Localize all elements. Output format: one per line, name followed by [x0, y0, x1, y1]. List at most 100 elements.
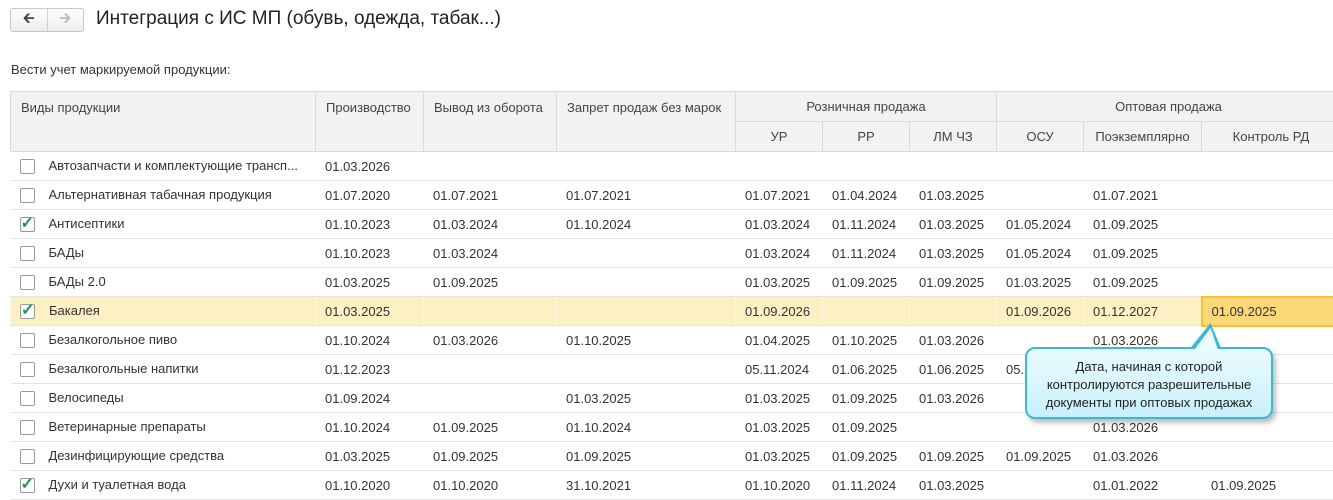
cell-date[interactable] — [557, 355, 736, 384]
checkbox[interactable] — [20, 362, 35, 377]
cell-date[interactable]: 01.03.2025 — [316, 442, 424, 471]
cell-date[interactable]: 01.09.2025 — [424, 442, 557, 471]
cell-date[interactable]: 01.09.2025 — [1084, 210, 1202, 239]
cell-date[interactable]: 01.12.2027 — [1084, 297, 1202, 326]
cell-date[interactable]: 01.09.2025 — [424, 268, 557, 297]
checkbox[interactable] — [20, 188, 35, 203]
cell-date[interactable]: 01.09.2025 — [910, 442, 997, 471]
cell-date[interactable] — [424, 152, 557, 181]
checkbox[interactable] — [20, 246, 35, 261]
cell-date[interactable]: 01.09.2026 — [997, 297, 1084, 326]
cell-date[interactable]: 01.07.2021 — [1084, 181, 1202, 210]
checkbox[interactable] — [20, 333, 35, 348]
cell-date[interactable] — [910, 152, 997, 181]
cell-date[interactable]: 01.07.2021 — [424, 181, 557, 210]
cell-date[interactable]: 01.03.2026 — [910, 384, 997, 413]
cell-date[interactable]: 01.10.2025 — [557, 326, 736, 355]
cell-date[interactable]: 01.05.2024 — [997, 239, 1084, 268]
cell-date[interactable]: 01.04.2024 — [823, 181, 910, 210]
cell-date[interactable]: 01.04.2025 — [736, 326, 823, 355]
column-ur[interactable]: УР — [736, 122, 823, 152]
cell-date[interactable]: 01.03.2024 — [736, 239, 823, 268]
table-row[interactable]: БАДы01.10.202301.03.202401.03.202401.11.… — [11, 239, 1333, 268]
cell-date[interactable]: 01.07.2021 — [736, 181, 823, 210]
cell-date[interactable]: 01.09.2025 — [823, 413, 910, 442]
cell-date[interactable]: 01.09.2025 — [1202, 471, 1333, 500]
cell-date[interactable]: 01.10.2020 — [736, 471, 823, 500]
cell-date[interactable]: 01.03.2025 — [910, 239, 997, 268]
column-rr[interactable]: РР — [823, 122, 910, 152]
cell-date[interactable]: 01.10.2020 — [316, 471, 424, 500]
cell-date[interactable]: 01.06.2025 — [823, 355, 910, 384]
cell-date[interactable]: 01.09.2025 — [1084, 268, 1202, 297]
cell-kind[interactable]: Дезинфицирующие средства — [11, 442, 316, 471]
cell-date[interactable] — [557, 152, 736, 181]
cell-date[interactable]: 01.09.2025 — [557, 442, 736, 471]
cell-date[interactable]: 01.03.2025 — [316, 268, 424, 297]
cell-date[interactable]: 01.03.2024 — [424, 210, 557, 239]
cell-date[interactable] — [557, 268, 736, 297]
cell-date[interactable]: 01.03.2025 — [557, 384, 736, 413]
column-kind[interactable]: Виды продукции — [11, 92, 316, 152]
cell-date[interactable] — [557, 297, 736, 326]
checkbox[interactable]: ✓ — [20, 478, 35, 493]
cell-date[interactable]: 01.03.2026 — [316, 152, 424, 181]
column-lm[interactable]: ЛМ ЧЗ — [910, 122, 997, 152]
cell-date[interactable]: 01.10.2024 — [316, 326, 424, 355]
cell-date[interactable] — [1084, 152, 1202, 181]
cell-date[interactable] — [424, 384, 557, 413]
cell-kind[interactable]: БАДы — [11, 239, 316, 268]
column-ban[interactable]: Запрет продаж без марок — [557, 92, 736, 152]
cell-date[interactable]: 01.03.2025 — [316, 297, 424, 326]
table-row[interactable]: Дезинфицирующие средства01.03.202501.09.… — [11, 442, 1333, 471]
cell-kind[interactable]: Велосипеды — [11, 384, 316, 413]
cell-date[interactable]: 01.03.2026 — [1084, 442, 1202, 471]
cell-date[interactable] — [1202, 210, 1333, 239]
cell-date[interactable]: 01.03.2025 — [997, 268, 1084, 297]
cell-date[interactable]: 01.10.2024 — [557, 210, 736, 239]
cell-date[interactable] — [997, 152, 1084, 181]
cell-date[interactable]: 01.11.2024 — [823, 471, 910, 500]
column-production[interactable]: Производство — [316, 92, 424, 152]
cell-date[interactable]: 01.09.2025 — [910, 268, 997, 297]
cell-date[interactable] — [1202, 268, 1333, 297]
cell-kind[interactable]: Автозапчасти и комплектующие трансп... — [11, 152, 316, 181]
cell-date[interactable] — [823, 297, 910, 326]
cell-kind[interactable]: БАДы 2.0 — [11, 268, 316, 297]
cell-date[interactable]: 01.06.2025 — [910, 355, 997, 384]
cell-kind[interactable]: ✓Бакалея — [11, 297, 316, 326]
cell-date[interactable]: 01.09.2025 — [997, 442, 1084, 471]
column-per-item[interactable]: Поэкземплярно — [1084, 122, 1202, 152]
cell-date[interactable]: 01.09.2025 — [823, 268, 910, 297]
cell-date[interactable] — [424, 297, 557, 326]
cell-date[interactable]: 01.09.2026 — [736, 297, 823, 326]
cell-date[interactable]: 01.03.2025 — [736, 384, 823, 413]
table-row[interactable]: Автозапчасти и комплектующие трансп...01… — [11, 152, 1333, 181]
table-row[interactable]: БАДы 2.001.03.202501.09.202501.03.202501… — [11, 268, 1333, 297]
cell-date[interactable] — [1202, 239, 1333, 268]
cell-date[interactable]: 01.03.2024 — [424, 239, 557, 268]
checkbox[interactable] — [20, 159, 35, 174]
table-row[interactable]: ✓Антисептики01.10.202301.03.202401.10.20… — [11, 210, 1333, 239]
cell-date[interactable]: 01.10.2020 — [424, 471, 557, 500]
cell-date[interactable]: 01.07.2021 — [557, 181, 736, 210]
cell-date[interactable]: 01.09.2025 — [424, 413, 557, 442]
cell-date[interactable] — [1202, 181, 1333, 210]
checkbox[interactable] — [20, 449, 35, 464]
cell-date[interactable] — [997, 471, 1084, 500]
cell-date[interactable]: 01.09.2025 — [1084, 239, 1202, 268]
cell-date[interactable]: 05.11.2024 — [736, 355, 823, 384]
forward-button[interactable]: 🡲 — [48, 9, 84, 31]
cell-date[interactable]: 01.05.2024 — [997, 210, 1084, 239]
cell-kind[interactable]: Безалкогольное пиво — [11, 326, 316, 355]
cell-date[interactable]: 01.03.2026 — [424, 326, 557, 355]
cell-date[interactable] — [424, 355, 557, 384]
cell-date[interactable] — [910, 297, 997, 326]
cell-date[interactable]: 01.09.2025 — [823, 384, 910, 413]
cell-kind[interactable]: ✓Духи и туалетная вода — [11, 471, 316, 500]
table-row[interactable]: Альтернативная табачная продукция01.07.2… — [11, 181, 1333, 210]
cell-date[interactable]: 01.12.2023 — [316, 355, 424, 384]
cell-kind[interactable]: ✓Антисептики — [11, 210, 316, 239]
cell-date[interactable]: 01.10.2025 — [823, 326, 910, 355]
cell-kind[interactable]: Безалкогольные напитки — [11, 355, 316, 384]
